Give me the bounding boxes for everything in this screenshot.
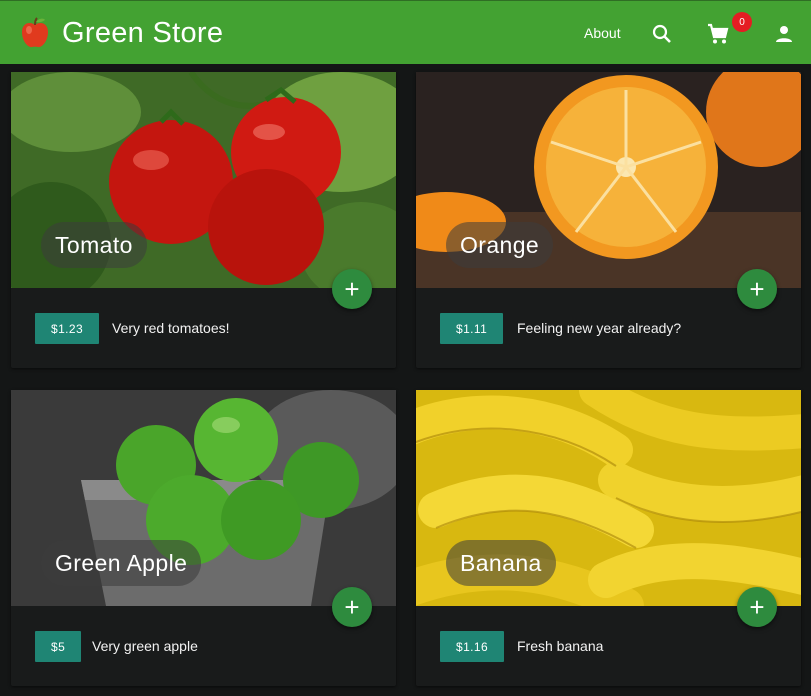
- app-title: Green Store: [62, 16, 224, 49]
- product-name: Banana: [446, 540, 556, 586]
- account-icon[interactable]: [772, 22, 796, 46]
- product-card: Tomato + $1.23 Very red tomatoes!: [11, 72, 396, 368]
- brand[interactable]: Green Store: [18, 13, 223, 53]
- product-description: Very red tomatoes!: [112, 320, 230, 336]
- add-to-cart-button[interactable]: +: [737, 587, 777, 627]
- apple-logo-icon: [18, 16, 52, 50]
- product-description: Feeling new year already?: [517, 320, 682, 336]
- product-name: Tomato: [41, 222, 147, 268]
- product-name: Orange: [446, 222, 554, 268]
- product-description: Very green apple: [92, 638, 198, 654]
- plus-icon: +: [344, 273, 360, 304]
- product-card: Orange + $1.11 Feeling new year already?: [416, 72, 801, 368]
- top-app-bar: Green Store About 0: [0, 0, 811, 64]
- price-chip: $5: [35, 631, 82, 662]
- add-to-cart-button[interactable]: +: [737, 269, 777, 309]
- price-chip: $1.23: [35, 313, 100, 344]
- about-link[interactable]: About: [584, 25, 621, 41]
- cart-count-badge: 0: [732, 12, 752, 32]
- add-to-cart-button[interactable]: +: [332, 269, 372, 309]
- product-card: Green Apple + $5 Very green apple: [11, 390, 396, 686]
- plus-icon: +: [344, 591, 360, 622]
- price-chip: $1.16: [440, 631, 505, 662]
- plus-icon: +: [749, 273, 765, 304]
- search-icon[interactable]: [650, 22, 674, 46]
- product-card: Banana + $1.16 Fresh banana: [416, 390, 801, 686]
- product-description: Fresh banana: [517, 638, 604, 654]
- product-name: Green Apple: [41, 540, 202, 586]
- add-to-cart-button[interactable]: +: [332, 587, 372, 627]
- cart-icon[interactable]: [706, 22, 730, 46]
- price-chip: $1.11: [440, 313, 504, 344]
- plus-icon: +: [749, 591, 765, 622]
